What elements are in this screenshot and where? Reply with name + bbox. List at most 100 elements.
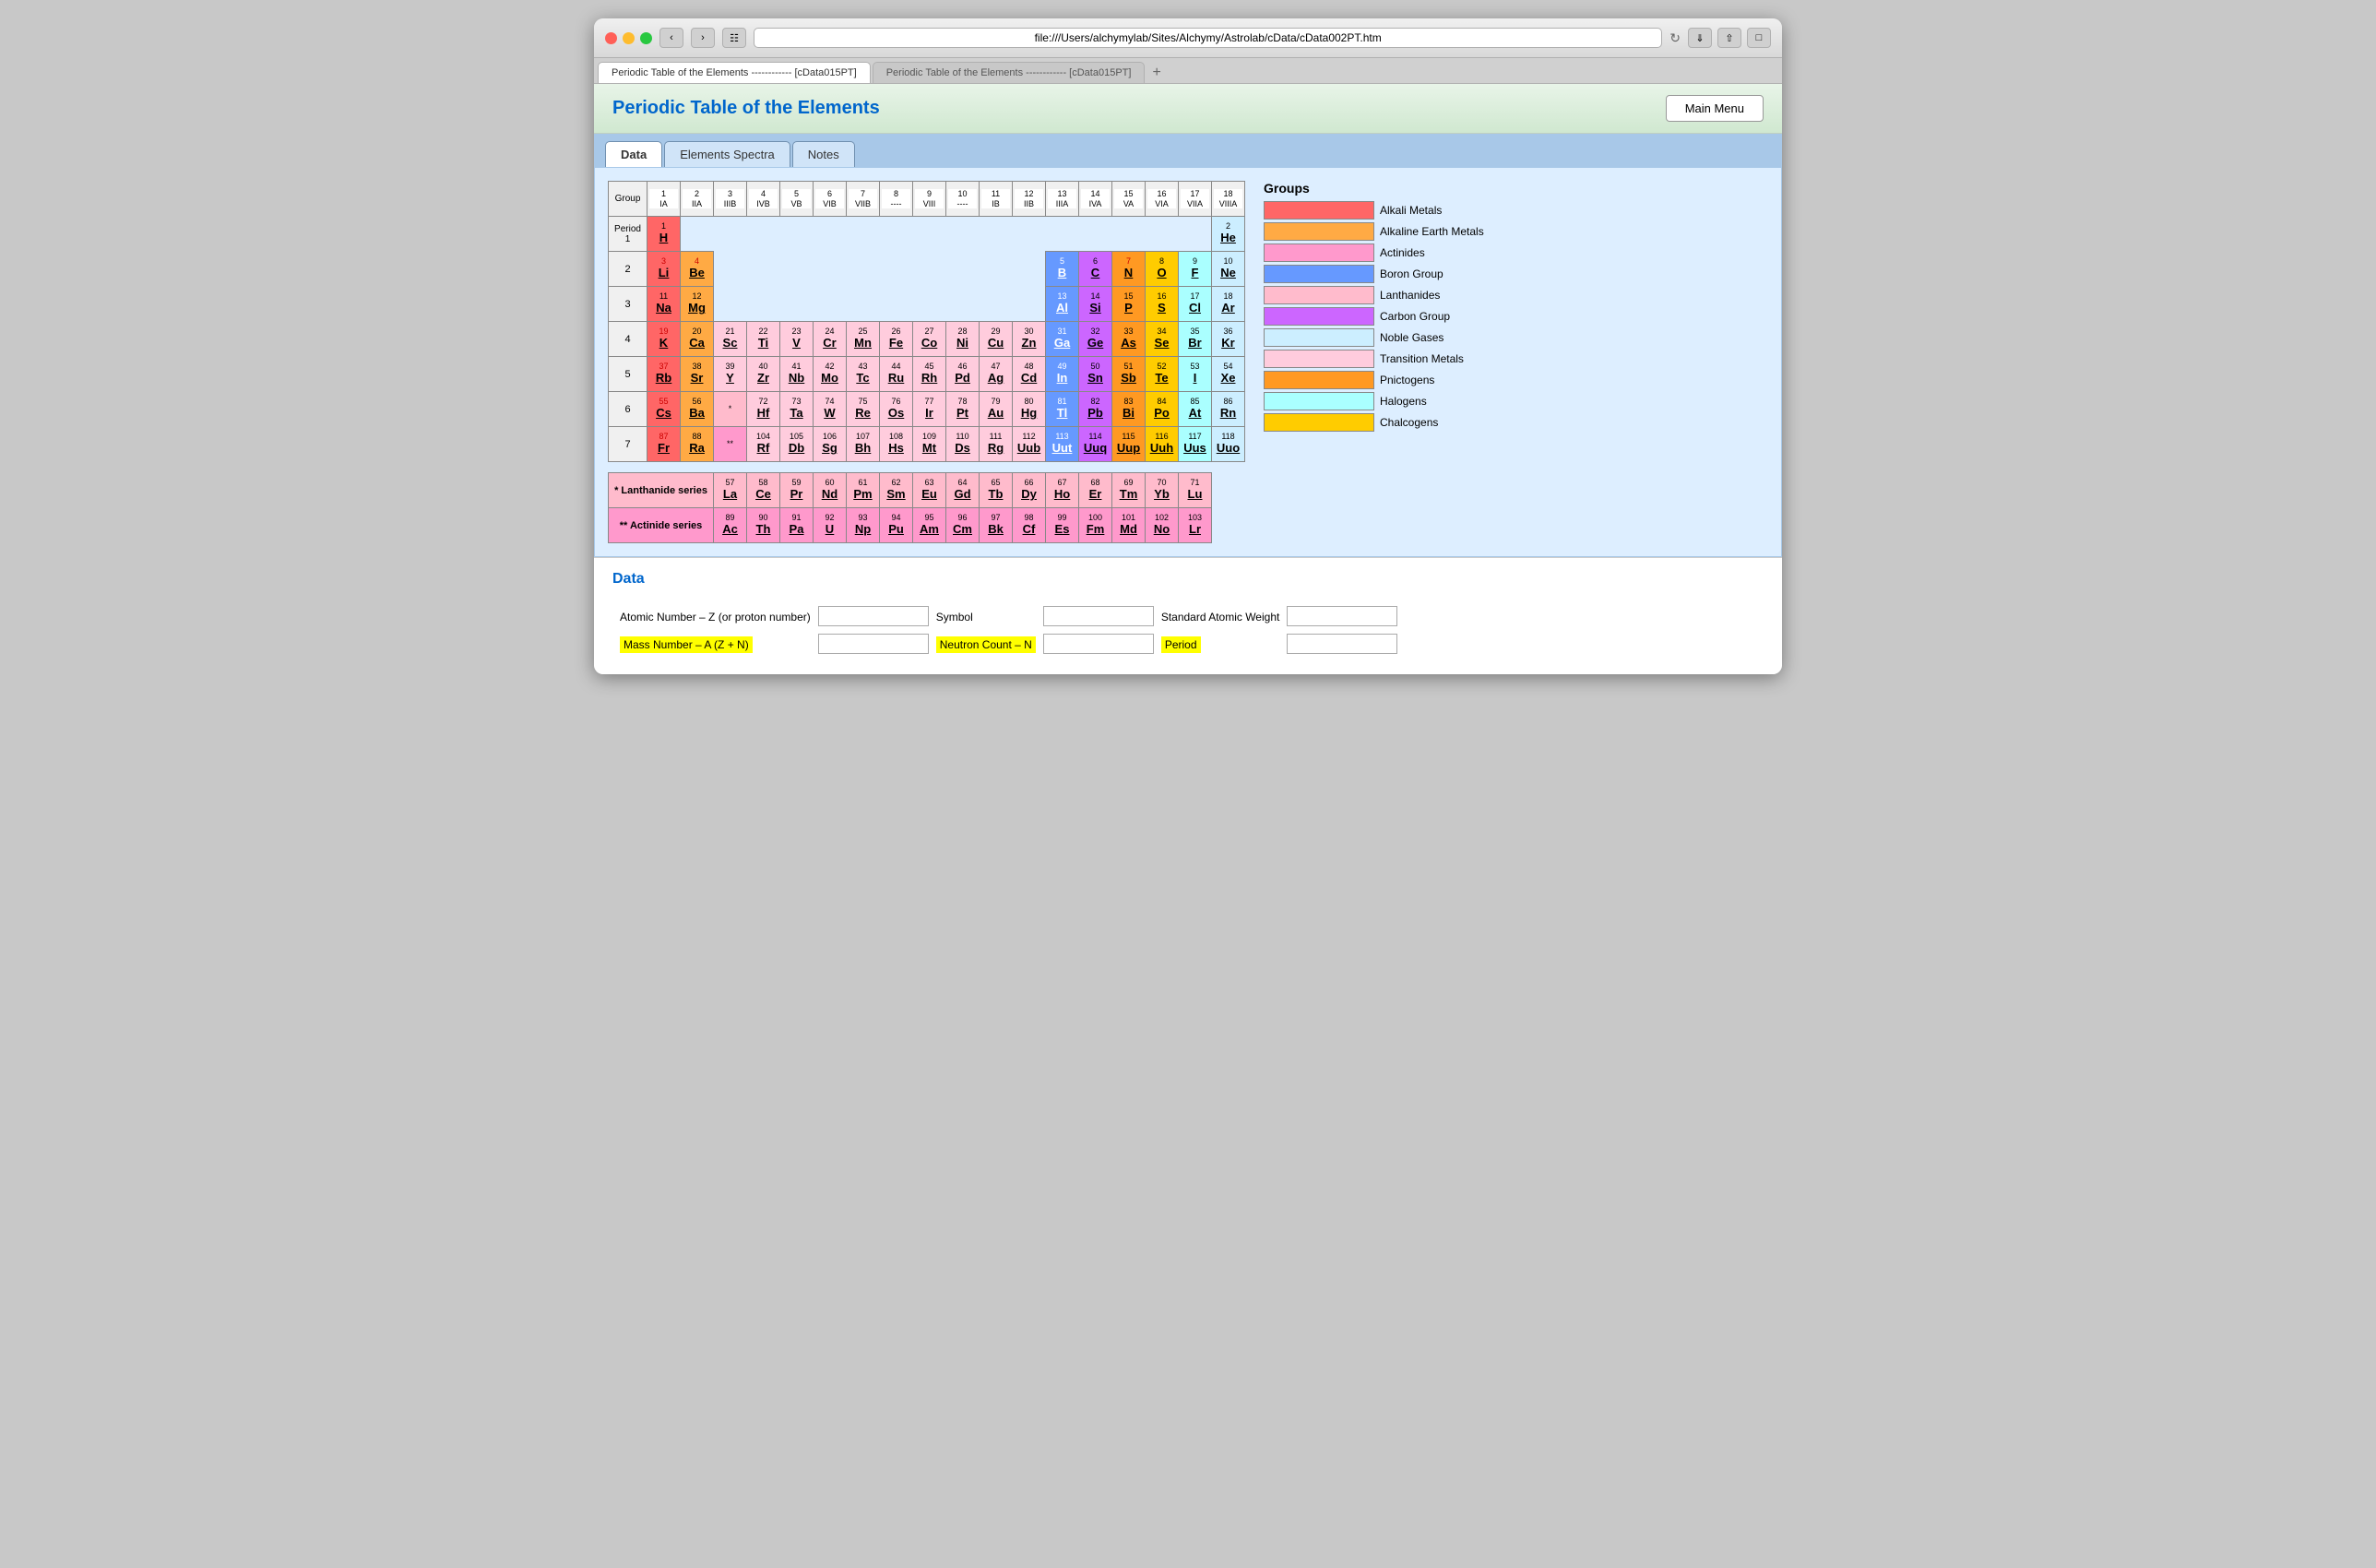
element-Ge[interactable]: 32Ge xyxy=(1079,322,1112,357)
element-Sm[interactable]: 62Sm xyxy=(880,473,913,508)
element-Mt[interactable]: 109Mt xyxy=(913,427,946,462)
element-Na[interactable]: 11Na xyxy=(647,287,681,322)
element-Be[interactable]: 4Be xyxy=(681,252,714,287)
element-Cr[interactable]: 24Cr xyxy=(814,322,847,357)
element-Pr[interactable]: 59Pr xyxy=(780,473,814,508)
legend-carbon-group[interactable]: Carbon Group xyxy=(1264,307,1484,326)
element-Fe[interactable]: 26Fe xyxy=(880,322,913,357)
tab-elements-spectra[interactable]: Elements Spectra xyxy=(664,141,790,167)
browser-tab-2[interactable]: Periodic Table of the Elements ---------… xyxy=(873,62,1146,83)
sidebar-button[interactable]: ☷ xyxy=(722,28,746,48)
element-F[interactable]: 9F xyxy=(1179,252,1212,287)
element-Hs[interactable]: 108Hs xyxy=(880,427,913,462)
element-Mg[interactable]: 12Mg xyxy=(681,287,714,322)
element-Pu[interactable]: 94Pu xyxy=(880,508,913,543)
element-Al[interactable]: 13Al xyxy=(1046,287,1079,322)
legend-noble-gases[interactable]: Noble Gases xyxy=(1264,328,1484,347)
element-O[interactable]: 8O xyxy=(1146,252,1179,287)
element-Si[interactable]: 14Si xyxy=(1079,287,1112,322)
element-Am[interactable]: 95Am xyxy=(913,508,946,543)
element-Pd[interactable]: 46Pd xyxy=(946,357,980,392)
new-window-button[interactable]: □ xyxy=(1747,28,1771,48)
element-Cf[interactable]: 98Cf xyxy=(1013,508,1046,543)
element-Tm[interactable]: 69Tm xyxy=(1112,473,1146,508)
element-Ds[interactable]: 110Ds xyxy=(946,427,980,462)
element-Tl[interactable]: 81Tl xyxy=(1046,392,1079,427)
element-Zn[interactable]: 30Zn xyxy=(1013,322,1046,357)
element-Fm[interactable]: 100Fm xyxy=(1079,508,1112,543)
element-Sn[interactable]: 50Sn xyxy=(1079,357,1112,392)
element-Ac-ref[interactable]: ** xyxy=(714,427,747,462)
legend-pnictogens[interactable]: Pnictogens xyxy=(1264,371,1484,389)
element-Rb[interactable]: 37Rb xyxy=(647,357,681,392)
element-Bk[interactable]: 97Bk xyxy=(980,508,1013,543)
element-Er[interactable]: 68Er xyxy=(1079,473,1112,508)
element-Nd[interactable]: 60Nd xyxy=(814,473,847,508)
element-Np[interactable]: 93Np xyxy=(847,508,880,543)
element-La-ref[interactable]: * xyxy=(714,392,747,427)
element-Sb[interactable]: 51Sb xyxy=(1112,357,1146,392)
element-Y[interactable]: 39Y xyxy=(714,357,747,392)
element-Uub[interactable]: 112Uub xyxy=(1013,427,1046,462)
legend-chalcogens[interactable]: Chalcogens xyxy=(1264,413,1484,432)
element-Cu[interactable]: 29Cu xyxy=(980,322,1013,357)
element-H[interactable]: 1H xyxy=(647,217,681,252)
element-Db[interactable]: 105Db xyxy=(780,427,814,462)
element-I[interactable]: 53I xyxy=(1179,357,1212,392)
back-button[interactable]: ‹ xyxy=(659,28,683,48)
element-Te[interactable]: 52Te xyxy=(1146,357,1179,392)
element-Th[interactable]: 90Th xyxy=(747,508,780,543)
element-Tc[interactable]: 43Tc xyxy=(847,357,880,392)
reload-button[interactable]: ↻ xyxy=(1669,30,1681,46)
element-Ho[interactable]: 67Ho xyxy=(1046,473,1079,508)
element-Ru[interactable]: 44Ru xyxy=(880,357,913,392)
element-As[interactable]: 33As xyxy=(1112,322,1146,357)
element-N[interactable]: 7N xyxy=(1112,252,1146,287)
element-Fr[interactable]: 87Fr xyxy=(647,427,681,462)
element-Re[interactable]: 75Re xyxy=(847,392,880,427)
element-Md[interactable]: 101Md xyxy=(1112,508,1146,543)
element-Pt[interactable]: 78Pt xyxy=(946,392,980,427)
legend-alkali-metals[interactable]: Alkali Metals xyxy=(1264,201,1484,220)
element-He[interactable]: 2He xyxy=(1212,217,1245,252)
forward-button[interactable]: › xyxy=(691,28,715,48)
legend-halogens[interactable]: Halogens xyxy=(1264,392,1484,410)
element-B[interactable]: 5B xyxy=(1046,252,1079,287)
element-Eu[interactable]: 63Eu xyxy=(913,473,946,508)
element-Lr[interactable]: 103Lr xyxy=(1179,508,1212,543)
element-Kr[interactable]: 36Kr xyxy=(1212,322,1245,357)
element-Pa[interactable]: 91Pa xyxy=(780,508,814,543)
element-Pm[interactable]: 61Pm xyxy=(847,473,880,508)
element-Cm[interactable]: 96Cm xyxy=(946,508,980,543)
element-Ta[interactable]: 73Ta xyxy=(780,392,814,427)
new-tab-button[interactable]: + xyxy=(1146,65,1166,81)
element-Po[interactable]: 84Po xyxy=(1146,392,1179,427)
element-Mo[interactable]: 42Mo xyxy=(814,357,847,392)
element-Mn[interactable]: 25Mn xyxy=(847,322,880,357)
element-C[interactable]: 6C xyxy=(1079,252,1112,287)
legend-lanthanides[interactable]: Lanthanides xyxy=(1264,286,1484,304)
tab-data[interactable]: Data xyxy=(605,141,662,167)
element-Br[interactable]: 35Br xyxy=(1179,322,1212,357)
element-V[interactable]: 23V xyxy=(780,322,814,357)
browser-tab-1[interactable]: Periodic Table of the Elements ---------… xyxy=(598,62,871,83)
element-Ni[interactable]: 28Ni xyxy=(946,322,980,357)
period-input-cell[interactable] xyxy=(1287,634,1397,654)
legend-alkaline-earth[interactable]: Alkaline Earth Metals xyxy=(1264,222,1484,241)
element-Uuo[interactable]: 118Uuo xyxy=(1212,427,1245,462)
element-Lu[interactable]: 71Lu xyxy=(1179,473,1212,508)
element-Sc[interactable]: 21Sc xyxy=(714,322,747,357)
close-button[interactable] xyxy=(605,32,617,44)
minimize-button[interactable] xyxy=(623,32,635,44)
mass-number-input-cell[interactable] xyxy=(818,634,929,654)
element-Hf[interactable]: 72Hf xyxy=(747,392,780,427)
element-Ce[interactable]: 58Ce xyxy=(747,473,780,508)
element-Au[interactable]: 79Au xyxy=(980,392,1013,427)
share-button[interactable]: ⇧ xyxy=(1717,28,1741,48)
element-Rn[interactable]: 86Rn xyxy=(1212,392,1245,427)
element-Ac[interactable]: 89Ac xyxy=(714,508,747,543)
element-U[interactable]: 92U xyxy=(814,508,847,543)
element-Ca[interactable]: 20Ca xyxy=(681,322,714,357)
element-No[interactable]: 102No xyxy=(1146,508,1179,543)
element-Cs[interactable]: 55Cs xyxy=(647,392,681,427)
